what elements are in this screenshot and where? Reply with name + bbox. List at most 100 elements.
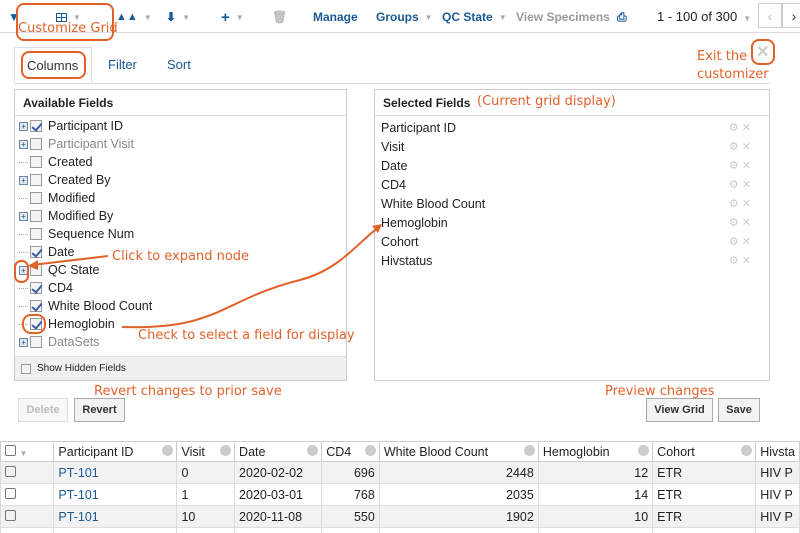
delete-rows-button[interactable]: 🗑 <box>272 9 287 25</box>
field-checkbox[interactable] <box>30 156 42 168</box>
remove-icon[interactable]: ✕ <box>742 179 751 191</box>
column-header[interactable]: CD4 <box>321 441 380 462</box>
select-all-header[interactable]: ▼ <box>0 441 55 462</box>
selected-field-item[interactable]: Hemoglobin ⚙ ✕ <box>381 213 761 232</box>
available-field-item[interactable]: CD4 <box>19 279 73 297</box>
row-select-cell[interactable] <box>0 505 55 528</box>
selected-field-item[interactable]: Visit ⚙ ✕ <box>381 137 761 156</box>
remove-icon[interactable]: ✕ <box>742 141 751 153</box>
insert-button[interactable]: + ▼ <box>221 9 244 26</box>
table-cell[interactable]: PT-101 <box>53 461 178 484</box>
field-checkbox[interactable] <box>30 138 42 150</box>
row-select-cell[interactable] <box>0 461 55 484</box>
selected-field-item[interactable]: White Blood Count ⚙ ✕ <box>381 194 761 213</box>
revert-button[interactable]: Revert <box>74 398 125 422</box>
manage-button[interactable]: Manage <box>313 9 358 25</box>
column-menu-icon[interactable] <box>364 445 376 456</box>
column-header[interactable]: Cohort <box>652 441 757 462</box>
available-field-item[interactable]: + DataSets <box>19 333 99 351</box>
column-menu-icon[interactable] <box>741 445 753 456</box>
available-field-item[interactable]: White Blood Count <box>19 297 152 315</box>
gear-icon[interactable]: ⚙ <box>729 198 742 210</box>
field-checkbox[interactable] <box>30 336 42 348</box>
column-header[interactable]: Hivsta <box>755 441 800 462</box>
expand-node-icon[interactable]: + <box>19 175 28 185</box>
column-menu-icon[interactable] <box>162 445 174 456</box>
gear-icon[interactable]: ⚙ <box>729 160 742 172</box>
close-customizer-button[interactable]: ✕ <box>756 42 769 62</box>
column-menu-icon[interactable] <box>638 445 650 456</box>
remove-icon[interactable]: ✕ <box>742 198 751 210</box>
row-checkbox[interactable] <box>5 487 16 499</box>
prev-page-button[interactable]: ‹ <box>758 3 782 28</box>
available-field-item[interactable]: Created <box>19 153 92 171</box>
available-field-item[interactable]: Modified <box>19 189 95 207</box>
field-checkbox[interactable] <box>30 228 42 240</box>
view-grid-button[interactable]: View Grid <box>646 398 713 422</box>
tab-filter[interactable]: Filter <box>96 47 149 83</box>
table-cell[interactable]: PT-101 <box>53 505 178 528</box>
select-all-checkbox[interactable] <box>5 444 16 456</box>
expand-node-icon[interactable]: + <box>19 211 28 221</box>
column-menu-icon[interactable] <box>523 445 535 456</box>
selected-field-item[interactable]: Cohort ⚙ ✕ <box>381 232 761 251</box>
view-specimens-button[interactable]: View Specimens <box>516 9 610 25</box>
remove-icon[interactable]: ✕ <box>742 217 751 229</box>
field-checkbox[interactable] <box>30 264 42 276</box>
export-button[interactable]: ⬇ ▼ <box>166 9 190 25</box>
available-field-item[interactable]: + Participant Visit <box>19 135 134 153</box>
expand-node-icon[interactable]: + <box>19 121 28 131</box>
column-header[interactable]: Hemoglobin <box>537 441 654 462</box>
available-field-item[interactable]: + Participant ID <box>19 117 123 135</box>
field-checkbox[interactable] <box>30 120 42 132</box>
remove-icon[interactable]: ✕ <box>742 160 751 172</box>
available-field-item[interactable]: Date <box>19 243 74 261</box>
row-checkbox[interactable] <box>5 509 16 521</box>
column-header[interactable]: Visit <box>176 441 236 462</box>
next-page-button[interactable]: › <box>782 3 800 28</box>
paging-menu[interactable]: 1 - 100 of 300 ▼ <box>657 9 751 24</box>
gear-icon[interactable]: ⚙ <box>729 141 742 153</box>
expand-node-icon[interactable]: + <box>19 139 28 149</box>
row-select-cell[interactable] <box>0 483 55 506</box>
available-field-item[interactable]: + Modified By <box>19 207 113 225</box>
available-field-item[interactable]: + Created By <box>19 171 111 189</box>
field-checkbox[interactable] <box>30 174 42 186</box>
table-cell[interactable]: PT-101 <box>53 483 178 506</box>
selected-field-item[interactable]: Date ⚙ ✕ <box>381 156 761 175</box>
selected-field-item[interactable]: Hivstatus ⚙ ✕ <box>381 251 761 270</box>
column-header[interactable]: White Blood Count <box>378 441 539 462</box>
column-header[interactable]: Date <box>234 441 323 462</box>
gear-icon[interactable]: ⚙ <box>729 217 742 229</box>
gear-icon[interactable]: ⚙ <box>729 122 742 134</box>
field-checkbox[interactable] <box>30 246 42 258</box>
selected-field-item[interactable]: Participant ID ⚙ ✕ <box>381 118 761 137</box>
field-checkbox[interactable] <box>30 300 42 312</box>
charts-button[interactable]: ▲▲ ▼ <box>116 9 152 25</box>
print-icon[interactable]: ⎙ <box>617 9 627 25</box>
column-menu-icon[interactable] <box>220 445 232 456</box>
column-menu-icon[interactable] <box>307 445 319 456</box>
field-checkbox[interactable] <box>30 210 42 222</box>
available-field-item[interactable]: + QC State <box>19 261 99 279</box>
field-checkbox[interactable] <box>30 282 42 294</box>
delete-button[interactable]: Delete <box>18 398 68 422</box>
gear-icon[interactable]: ⚙ <box>729 179 742 191</box>
column-header[interactable]: Participant ID <box>53 441 178 462</box>
show-hidden-checkbox[interactable] <box>21 363 31 374</box>
available-field-item[interactable]: Sequence Num <box>19 225 134 243</box>
remove-icon[interactable]: ✕ <box>742 122 751 134</box>
save-button[interactable]: Save <box>718 398 760 422</box>
gear-icon[interactable]: ⚙ <box>729 255 742 267</box>
groups-button[interactable]: Groups ▼ <box>376 9 433 25</box>
field-checkbox[interactable] <box>30 192 42 204</box>
qc-state-button[interactable]: QC State ▼ <box>442 9 507 25</box>
expand-node-icon[interactable]: + <box>19 337 28 347</box>
gear-icon[interactable]: ⚙ <box>729 236 742 248</box>
row-checkbox[interactable] <box>5 465 16 477</box>
remove-icon[interactable]: ✕ <box>742 236 751 248</box>
tab-sort[interactable]: Sort <box>155 47 203 83</box>
selected-field-item[interactable]: CD4 ⚙ ✕ <box>381 175 761 194</box>
show-hidden-fields[interactable]: Show Hidden Fields <box>15 356 346 380</box>
remove-icon[interactable]: ✕ <box>742 255 751 267</box>
